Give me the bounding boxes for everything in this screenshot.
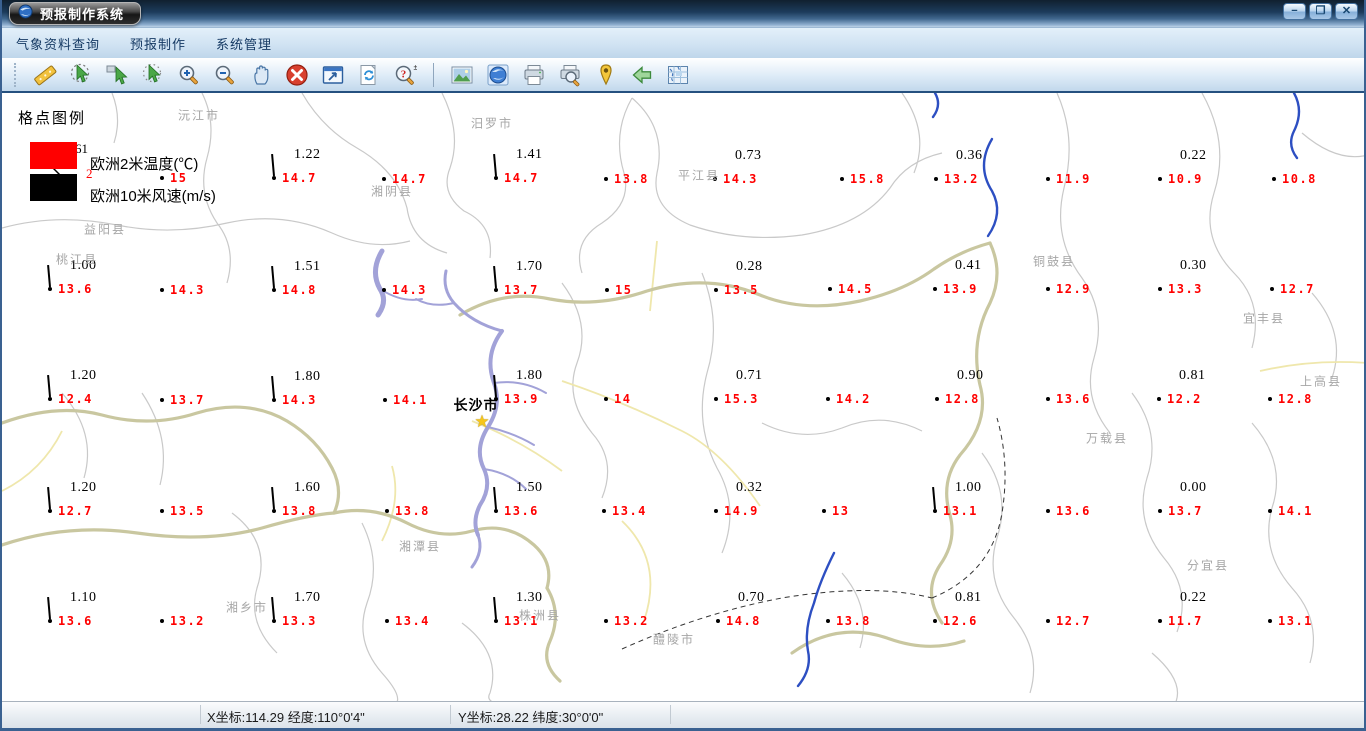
zoom-in-icon (179, 65, 198, 84)
toolbar-location-pin-button[interactable] (591, 61, 621, 89)
app-title: 预报制作系统 (40, 7, 125, 22)
restore-button[interactable]: ❐ (1309, 3, 1332, 20)
toolbar-zoom-in-button[interactable] (174, 61, 204, 89)
titlebar: 预报制作系统 − ❐ ✕ (2, 0, 1364, 27)
pan-hand-icon (254, 64, 269, 85)
refresh-icon (360, 64, 376, 85)
select-point-icon (70, 63, 90, 83)
menubar: 气象资料查询 预报制作 系统管理 (2, 27, 1364, 58)
grid-map-icon (668, 65, 688, 84)
print-icon (524, 64, 544, 85)
toolbar-full-extent-button[interactable] (318, 61, 348, 89)
toolbar-back-arrow-button[interactable] (627, 61, 657, 89)
menu-item-2[interactable]: 预报制作 (130, 34, 186, 53)
minimize-button[interactable]: − (1283, 3, 1306, 20)
toolbar-query-zoom-button[interactable]: ? ± (390, 61, 420, 89)
menu-item-3[interactable]: 系统管理 (216, 34, 272, 53)
query-zoom-icon: ?± (395, 63, 418, 85)
select-box-icon (106, 65, 128, 85)
toolbar-print-button[interactable] (519, 61, 549, 89)
image-export-icon (451, 66, 473, 83)
map-canvas[interactable]: 15 14.7 1.22 14.7 14.7 1.41 13.8 14.3 0.73 15.8 13… (2, 93, 1364, 701)
toolbar-pan-hand-button[interactable] (246, 61, 276, 89)
toolbar-measure-ruler-button[interactable] (30, 61, 60, 89)
toolbar-grip-handle[interactable] (14, 62, 20, 87)
toolbar: ? ± (2, 58, 1364, 93)
toolbar-select-point-button[interactable] (66, 61, 96, 89)
print-preview-icon (560, 64, 580, 86)
window-controls: − ❐ ✕ (1283, 3, 1358, 20)
toolbar-globe-view-button[interactable] (483, 61, 513, 89)
toolbar-zoom-out-button[interactable] (210, 61, 240, 89)
status-separator (450, 705, 451, 724)
svg-text:±: ± (414, 63, 418, 72)
menu-item-1[interactable]: 气象资料查询 (16, 34, 100, 53)
back-arrow-icon (632, 65, 652, 84)
toolbar-select-area-button[interactable] (138, 61, 168, 89)
toolbar-refresh-button[interactable] (354, 61, 384, 89)
toolbar-cancel-button[interactable] (282, 61, 312, 89)
full-extent-icon (322, 65, 344, 84)
globe-view-icon (487, 64, 509, 85)
svg-text:?: ? (401, 68, 407, 80)
status-separator (670, 705, 671, 724)
toolbar-print-preview-button[interactable] (555, 61, 585, 89)
legend-title: 格点图例 (18, 110, 87, 127)
status-x-coordinate: X坐标:114.29 经度:110°0'4" (207, 710, 365, 725)
grid-legend: 61 2 格点图例 欧洲2米温度(℃) 欧洲10米风速(m/s) (2, 93, 282, 223)
legend-label-1: 欧洲2米温度(℃) (90, 156, 199, 173)
title-tab: 预报制作系统 (9, 2, 142, 25)
select-area-icon (142, 63, 162, 83)
location-pin-icon (600, 63, 612, 85)
status-y-coordinate: Y坐标:28.22 纬度:30°0'0" (458, 710, 604, 725)
measure-ruler-icon (34, 65, 57, 85)
legend-swatch-1 (30, 142, 77, 169)
status-separator (200, 705, 201, 724)
cancel-icon (286, 63, 308, 86)
globe-logo-icon (18, 3, 33, 24)
toolbar-image-export-button[interactable] (447, 61, 477, 89)
legend-label-2: 欧洲10米风速(m/s) (90, 188, 216, 205)
toolbar-select-box-button[interactable] (102, 61, 132, 89)
app-window: 预报制作系统 − ❐ ✕ 气象资料查询 预报制作 系统管理 ? ± 15 14.… (0, 0, 1366, 731)
zoom-out-icon (215, 65, 234, 84)
legend-swatch-2 (30, 174, 77, 201)
toolbar-separator (433, 62, 434, 87)
close-button[interactable]: ✕ (1335, 3, 1358, 20)
toolbar-grid-map-button[interactable] (663, 61, 693, 89)
statusbar: X坐标:114.29 经度:110°0'4" Y坐标:28.22 纬度:30°0… (2, 701, 1364, 728)
